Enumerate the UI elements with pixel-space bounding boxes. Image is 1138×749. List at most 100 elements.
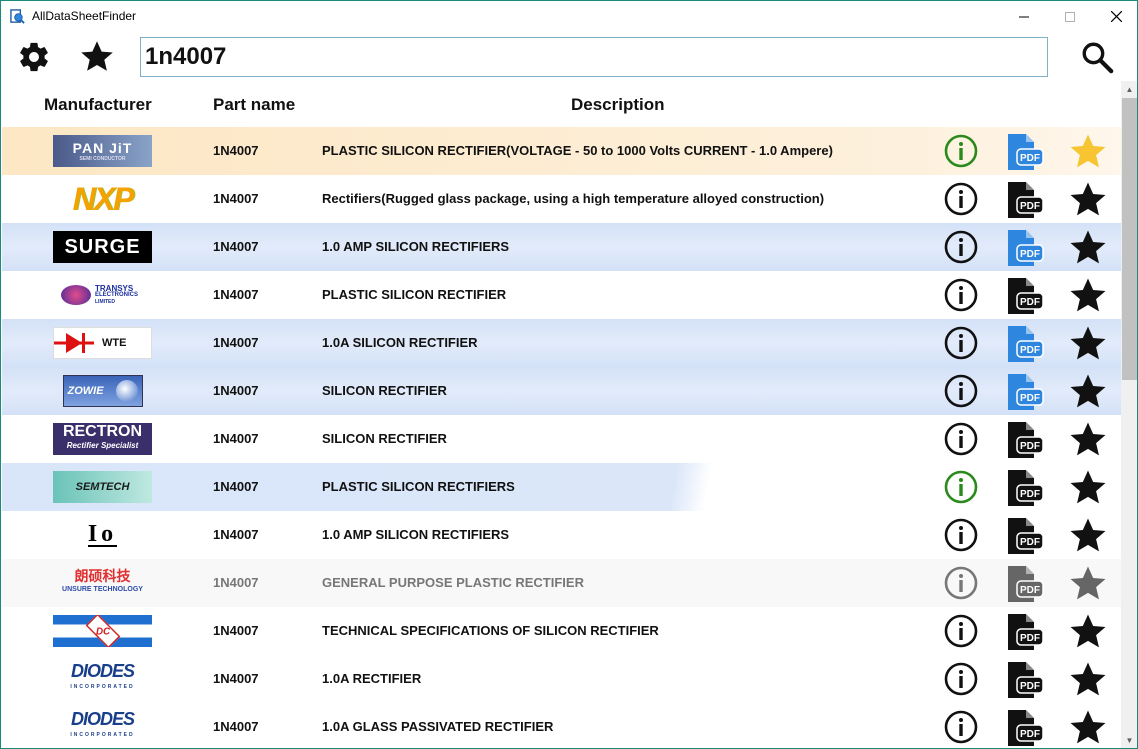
results-list: PAN JiT SEMI CONDUCTOR 1N4007 PLASTIC SI… <box>2 127 1121 748</box>
info-icon <box>944 134 978 168</box>
part-description: GENERAL PURPOSE PLASTIC RECTIFIER <box>322 575 584 590</box>
pdf-button[interactable]: PDF <box>1005 613 1045 651</box>
pdf-button[interactable]: PDF <box>1005 133 1045 171</box>
favorite-button[interactable] <box>1067 372 1109 412</box>
favorite-button[interactable] <box>1067 132 1109 172</box>
favorite-button[interactable] <box>1067 708 1109 748</box>
pdf-button[interactable]: PDF <box>1005 517 1045 555</box>
favorite-button[interactable] <box>1067 468 1109 508</box>
manufacturer-logo: NXP <box>53 183 152 215</box>
info-button[interactable] <box>944 614 978 648</box>
part-description: PLASTIC SILICON RECTIFIERS <box>322 479 515 494</box>
favorite-button[interactable] <box>1067 660 1109 700</box>
part-description: PLASTIC SILICON RECTIFIER <box>322 287 507 302</box>
info-button[interactable] <box>944 182 978 216</box>
result-row[interactable]: SURGE 1N4007 1.0 AMP SILICON RECTIFIERS … <box>2 223 1121 271</box>
pdf-file-icon: PDF <box>1008 662 1044 698</box>
info-button[interactable] <box>944 710 978 744</box>
result-row[interactable]: SEMTECH 1N4007 PLASTIC SILICON RECTIFIER… <box>2 463 1121 511</box>
part-name: 1N4007 <box>213 623 259 638</box>
pdf-file-icon: PDF <box>1008 710 1044 746</box>
part-description: 1.0 AMP SILICON RECTIFIERS <box>322 527 510 542</box>
pdf-button[interactable]: PDF <box>1005 421 1045 459</box>
favorite-button[interactable] <box>1067 180 1109 220</box>
pdf-button[interactable]: PDF <box>1005 565 1045 603</box>
manufacturer-logo: WTE <box>53 327 152 359</box>
manufacturer-logo: 朗硕科技 UNSURE TECHNOLOGY <box>53 567 152 599</box>
favorite-button[interactable] <box>1067 612 1109 652</box>
info-button[interactable] <box>944 518 978 552</box>
logo-transys: TRANSYS ELECTRONICS LIMITED <box>53 279 152 311</box>
pdf-button[interactable]: PDF <box>1005 181 1045 219</box>
column-header-manufacturer[interactable]: Manufacturer <box>44 95 152 115</box>
info-icon <box>944 470 978 504</box>
part-description: 1.0 AMP SILICON RECTIFIERS <box>322 239 510 254</box>
pdf-button[interactable]: PDF <box>1005 469 1045 507</box>
pdf-button[interactable]: PDF <box>1005 325 1045 363</box>
result-row[interactable]: PAN JiT SEMI CONDUCTOR 1N4007 PLASTIC SI… <box>2 127 1121 175</box>
result-row[interactable]: DC 1N4007 TECHNICAL SPECIFICATIONS OF SI… <box>2 607 1121 655</box>
search-icon <box>1082 42 1114 74</box>
pdf-button[interactable]: PDF <box>1005 709 1045 747</box>
manufacturer-logo: Io <box>53 519 152 551</box>
result-row[interactable]: 朗硕科技 UNSURE TECHNOLOGY 1N4007 GENERAL PU… <box>2 559 1121 607</box>
result-row[interactable]: DIODES INCORPORATED 1N4007 1.0A GLASS PA… <box>2 703 1121 748</box>
search-button[interactable] <box>1079 39 1115 75</box>
part-name: 1N4007 <box>213 287 259 302</box>
info-button[interactable] <box>944 326 978 360</box>
result-row[interactable]: DIODES INCORPORATED 1N4007 1.0A RECTIFIE… <box>2 655 1121 703</box>
favorite-button[interactable] <box>1067 276 1109 316</box>
result-row[interactable]: Io 1N4007 1.0 AMP SILICON RECTIFIERS PDF <box>2 511 1121 559</box>
favorite-star-icon <box>1070 230 1106 264</box>
info-button[interactable] <box>944 566 978 600</box>
info-button[interactable] <box>944 374 978 408</box>
pdf-button[interactable]: PDF <box>1005 277 1045 315</box>
result-row[interactable]: ZOWIE 1N4007 SILICON RECTIFIER PDF <box>2 367 1121 415</box>
result-row[interactable]: WTE 1N4007 1.0A SILICON RECTIFIER PDF <box>2 319 1121 367</box>
favorite-button[interactable] <box>1067 228 1109 268</box>
search-input[interactable] <box>140 37 1048 77</box>
info-button[interactable] <box>944 470 978 504</box>
info-button[interactable] <box>944 278 978 312</box>
favorites-button[interactable] <box>79 39 115 75</box>
close-button[interactable] <box>1093 1 1137 32</box>
favorite-button[interactable] <box>1067 324 1109 364</box>
favorite-button[interactable] <box>1067 564 1109 604</box>
favorite-star-icon <box>1070 614 1106 648</box>
scroll-up-arrow[interactable]: ▲ <box>1121 81 1137 98</box>
vertical-scrollbar[interactable]: ▲ ▼ <box>1121 81 1137 748</box>
info-button[interactable] <box>944 422 978 456</box>
part-name: 1N4007 <box>213 575 259 590</box>
minimize-button[interactable] <box>1001 1 1047 32</box>
favorite-button[interactable] <box>1067 420 1109 460</box>
pdf-button[interactable]: PDF <box>1005 229 1045 267</box>
info-button[interactable] <box>944 134 978 168</box>
column-header-part-name[interactable]: Part name <box>213 95 295 115</box>
scroll-down-arrow[interactable]: ▼ <box>1121 732 1137 748</box>
result-row[interactable]: RECTRON Rectifier Specialist 1N4007 SILI… <box>2 415 1121 463</box>
settings-button[interactable] <box>16 39 52 75</box>
favorite-star-icon <box>1070 326 1106 360</box>
part-description: 1.0A GLASS PASSIVATED RECTIFIER <box>322 719 554 734</box>
column-header-description[interactable]: Description <box>571 95 665 115</box>
logo-zowie: ZOWIE <box>62 375 143 407</box>
favorite-star-icon <box>1070 182 1106 216</box>
part-description: 1.0A SILICON RECTIFIER <box>322 335 478 350</box>
maximize-button[interactable] <box>1047 1 1093 32</box>
logo-dc: DC <box>53 615 152 647</box>
part-name: 1N4007 <box>213 335 259 350</box>
pdf-button[interactable]: PDF <box>1005 373 1045 411</box>
info-button[interactable] <box>944 662 978 696</box>
part-description: 1.0A RECTIFIER <box>322 671 422 686</box>
info-button[interactable] <box>944 230 978 264</box>
part-name: 1N4007 <box>213 431 259 446</box>
result-row[interactable]: NXP 1N4007 Rectifiers(Rugged glass packa… <box>2 175 1121 223</box>
favorite-button[interactable] <box>1067 516 1109 556</box>
pdf-button[interactable]: PDF <box>1005 661 1045 699</box>
info-icon <box>944 230 978 264</box>
result-row[interactable]: TRANSYS ELECTRONICS LIMITED 1N4007 PLAST… <box>2 271 1121 319</box>
favorite-star-icon <box>1070 710 1106 744</box>
scroll-thumb[interactable] <box>1122 98 1137 380</box>
pdf-file-icon: PDF <box>1008 278 1044 314</box>
pdf-file-icon: PDF <box>1008 422 1044 458</box>
